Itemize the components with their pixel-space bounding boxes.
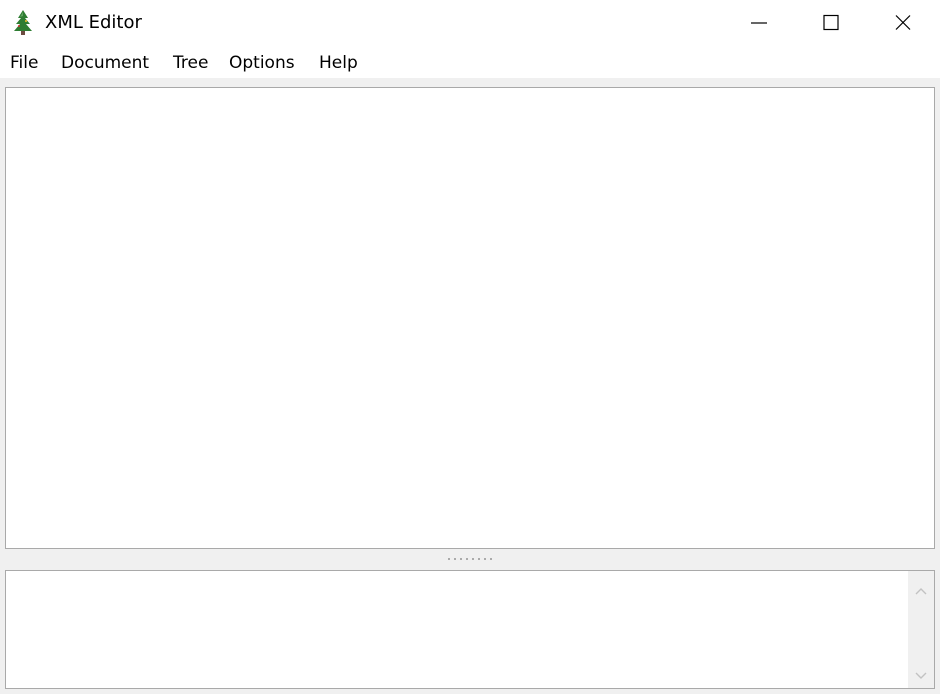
minimize-button[interactable] — [722, 0, 796, 46]
tree-icon[interactable] — [11, 9, 35, 36]
maximize-icon — [823, 14, 839, 31]
window-title: XML Editor — [45, 12, 142, 33]
menu-file[interactable]: File — [10, 52, 38, 74]
pane-splitter[interactable] — [0, 549, 940, 570]
chevron-down-icon[interactable] — [914, 666, 928, 685]
vertical-scrollbar[interactable] — [908, 571, 934, 688]
menu-bar: File Document Tree Options Help — [0, 46, 940, 78]
close-icon — [895, 15, 911, 30]
minimize-icon — [751, 22, 767, 24]
maximize-button[interactable] — [794, 0, 868, 46]
menu-document[interactable]: Document — [61, 52, 149, 74]
menu-tree[interactable]: Tree — [173, 52, 208, 74]
chevron-up-icon[interactable] — [914, 581, 928, 600]
title-bar[interactable]: XML Editor — [0, 0, 940, 46]
close-button[interactable] — [866, 0, 940, 46]
menu-help[interactable]: Help — [319, 52, 358, 74]
app-window: XML Editor File Document Tree Options He… — [0, 0, 940, 694]
menu-options[interactable]: Options — [229, 52, 295, 74]
xml-tree-pane[interactable] — [5, 87, 935, 549]
splitter-grip[interactable] — [446, 557, 494, 561]
output-pane[interactable] — [5, 570, 935, 689]
